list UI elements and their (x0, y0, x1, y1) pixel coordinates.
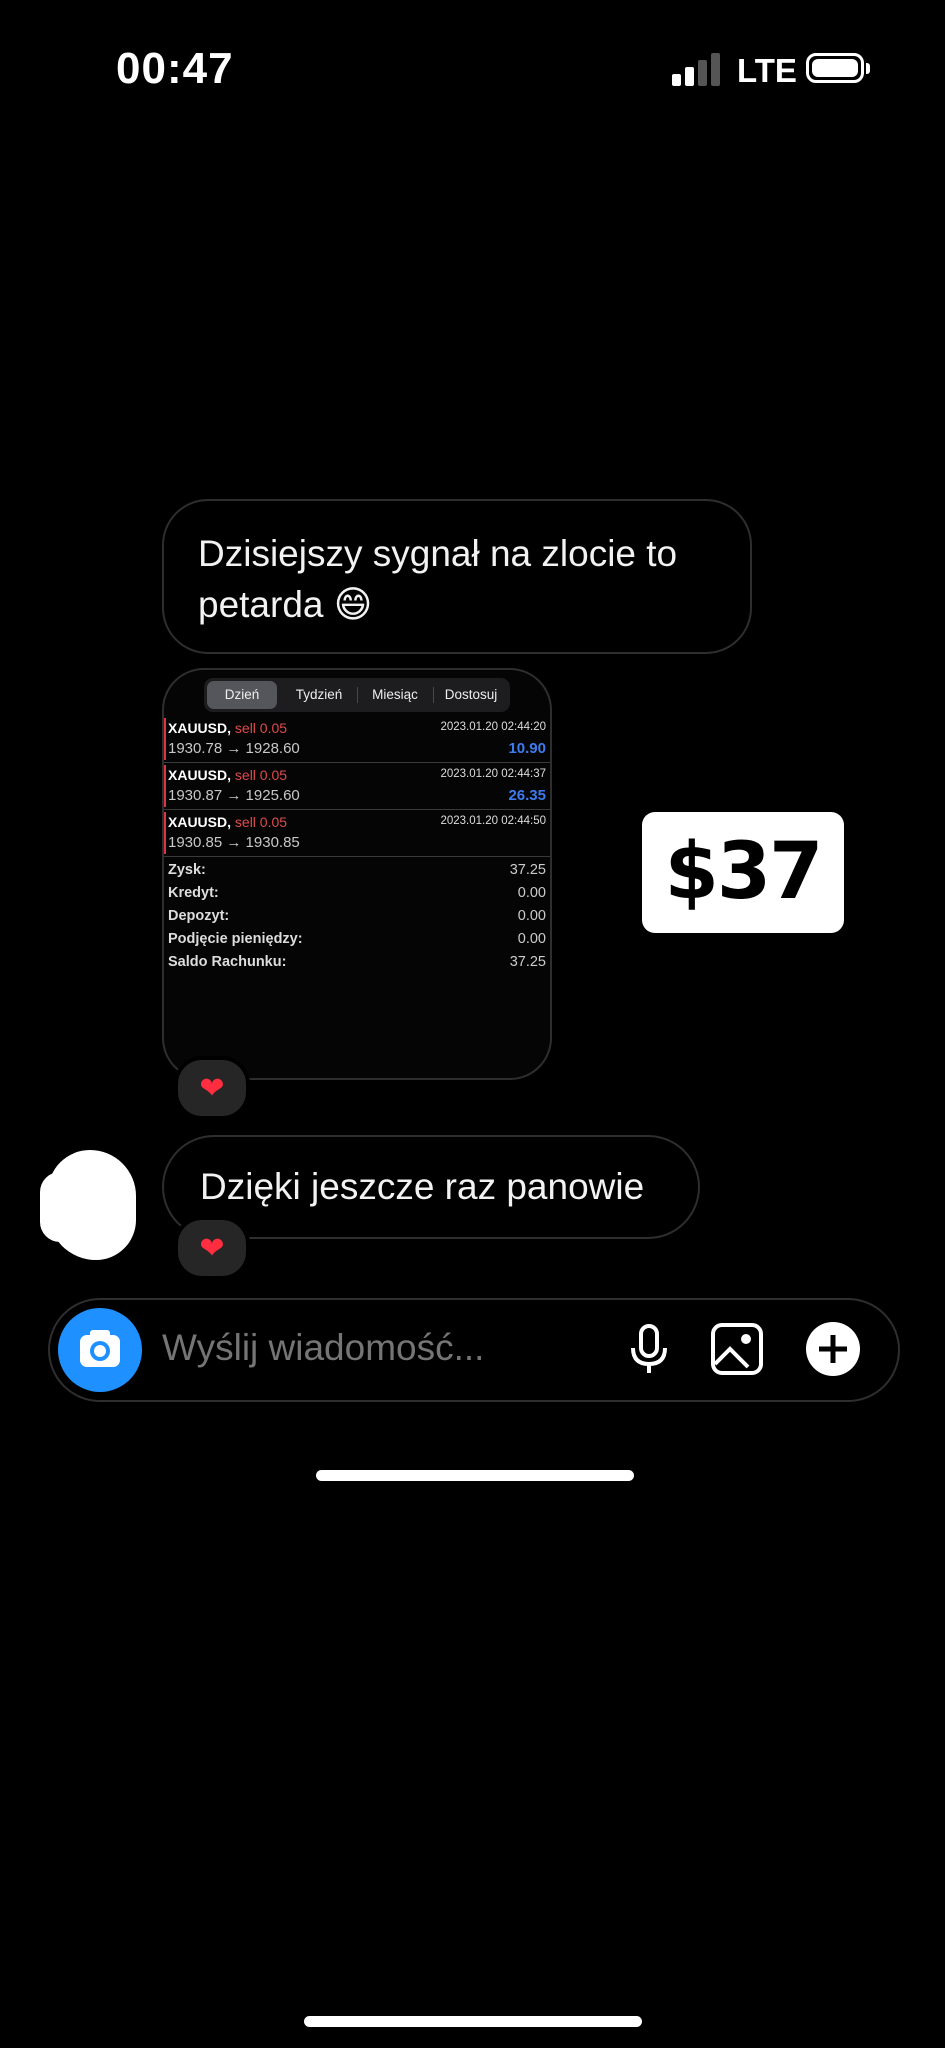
summary-row: Zysk: 37.25 (168, 862, 546, 885)
message-input[interactable] (162, 1324, 582, 1372)
summary-label: Podjęcie pieniędzy: (168, 931, 303, 947)
period-segmented-control: Dzień Tydzień Miesiąc Dostosuj (204, 678, 510, 712)
tab-custom: Dostosuj (444, 687, 498, 702)
avatar-scribble (40, 1172, 80, 1242)
message-bubble[interactable]: Dzisiejszy sygnał na zlocie to petarda 😄 (162, 499, 752, 654)
shared-image[interactable]: Dzień Tydzień Miesiąc Dostosuj XAUUSD, s… (162, 668, 552, 1080)
summary-label: Saldo Rachunku: (168, 954, 287, 970)
gallery-button[interactable] (708, 1320, 766, 1378)
heart-reaction-icon[interactable]: ❤ (174, 1056, 250, 1120)
trade-side: sell 0.05 (234, 767, 288, 783)
signal-icon (672, 52, 722, 86)
summary-row: Podjęcie pieniędzy: 0.00 (168, 931, 546, 954)
summary-label: Kredyt: (168, 885, 219, 901)
summary-row: Kredyt: 0.00 (168, 885, 546, 908)
heart-reaction-icon[interactable]: ❤ (174, 1216, 250, 1280)
summary-label: Zysk: (168, 862, 206, 878)
trade-date: 2023.01.20 02:44:37 (440, 768, 546, 780)
plus-icon (806, 1322, 860, 1376)
summary-label: Depozyt: (168, 908, 230, 924)
summary-row: Saldo Rachunku: 37.25 (168, 954, 546, 977)
add-button[interactable] (804, 1320, 862, 1378)
tab-month: Miesiąc (372, 687, 418, 702)
home-indicator (304, 2016, 642, 2027)
battery-tip (866, 63, 870, 74)
microphone-button[interactable] (620, 1320, 678, 1378)
camera-button[interactable] (58, 1308, 142, 1392)
home-indicator (316, 1470, 634, 1481)
trade-profit: 26.35 (508, 787, 546, 804)
message-bubble[interactable]: Dzięki jeszcze raz panowie (162, 1135, 700, 1239)
trade-side: sell 0.05 (234, 720, 288, 736)
trade-prices: 1930.78 → 1928.60 (168, 740, 300, 757)
trade-row: XAUUSD, sell 0.05 2023.01.20 02:44:37 19… (164, 763, 550, 810)
message-text: Dzięki jeszcze raz panowie (200, 1166, 645, 1207)
image-icon (711, 1323, 763, 1375)
trade-row: XAUUSD, sell 0.05 2023.01.20 02:44:50 19… (164, 810, 550, 857)
trade-prices: 1930.85 → 1930.85 (168, 834, 300, 851)
trade-prices: 1930.87 → 1925.60 (168, 787, 300, 804)
summary-row: Depozyt: 0.00 (168, 908, 546, 931)
trade-row: XAUUSD, sell 0.05 2023.01.20 02:44:20 19… (164, 716, 550, 763)
tab-day: Dzień (207, 681, 277, 709)
microphone-icon (631, 1324, 667, 1373)
trade-profit: 10.90 (508, 740, 546, 757)
trade-symbol: XAUUSD, (168, 767, 232, 783)
trade-symbol: XAUUSD, (168, 720, 232, 736)
network-label: LTE (737, 52, 797, 89)
summary-value: 0.00 (517, 885, 546, 901)
trade-symbol: XAUUSD, (168, 814, 232, 830)
summary-value: 0.00 (517, 931, 546, 947)
summary-value: 0.00 (517, 908, 546, 924)
profit-sticker: $37 (642, 812, 844, 933)
summary-value: 37.25 (509, 954, 546, 970)
trade-side: sell 0.05 (234, 814, 288, 830)
battery-icon (806, 53, 864, 83)
tab-week: Tydzień (295, 687, 343, 702)
status-time: 00:47 (116, 44, 234, 93)
trade-date: 2023.01.20 02:44:20 (440, 721, 546, 733)
trade-date: 2023.01.20 02:44:50 (440, 815, 546, 827)
summary-value: 37.25 (509, 862, 546, 878)
camera-icon (80, 1330, 120, 1367)
message-text: Dzisiejszy sygnał na zlocie to petarda 😄 (198, 533, 678, 625)
